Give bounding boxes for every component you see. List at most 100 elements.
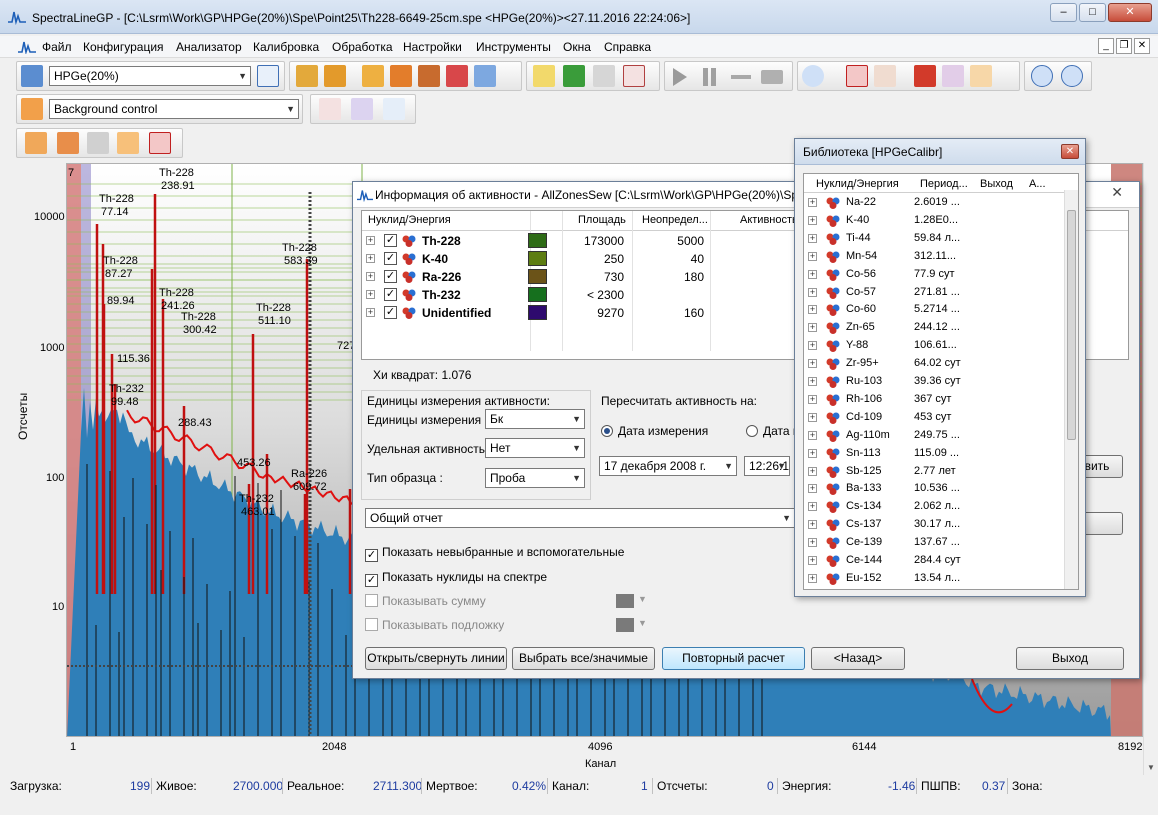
nuclide-color-swatch[interactable] bbox=[528, 287, 547, 302]
units-select[interactable]: Бк bbox=[485, 409, 585, 429]
library-row[interactable]: + Ce-139 137.67 ... bbox=[804, 534, 1066, 552]
expand-icon[interactable]: + bbox=[366, 272, 375, 281]
lib-expand-icon[interactable]: + bbox=[808, 287, 817, 297]
export-icon[interactable] bbox=[418, 65, 440, 87]
save-icon[interactable] bbox=[390, 65, 412, 87]
library-row[interactable]: + Y-88 106.61... bbox=[804, 337, 1066, 355]
exit-button[interactable]: Выход bbox=[1016, 647, 1124, 670]
detector-select[interactable]: HPGe(20%) bbox=[49, 66, 251, 86]
lib-expand-icon[interactable]: + bbox=[808, 556, 817, 565]
library-scroll-thumb[interactable] bbox=[1067, 210, 1076, 440]
lib-expand-icon[interactable]: + bbox=[808, 377, 817, 386]
library-row[interactable]: + Ti-44 59.84 л... bbox=[804, 230, 1066, 248]
region-open-icon[interactable] bbox=[25, 132, 47, 154]
lib-col-a[interactable]: А... bbox=[1029, 178, 1046, 190]
library-row[interactable]: + Rh-106 367 сут bbox=[804, 391, 1066, 409]
open-folder-icon[interactable] bbox=[362, 65, 384, 87]
lib-expand-icon[interactable]: + bbox=[808, 233, 817, 243]
peak-shape-icon[interactable] bbox=[874, 65, 896, 87]
expand-icon[interactable]: + bbox=[366, 290, 375, 299]
lib-col-nuclide[interactable]: Нуклид/Энергия bbox=[816, 178, 899, 190]
lib-col-period[interactable]: Период... bbox=[920, 178, 968, 190]
nuclide-color-swatch[interactable] bbox=[528, 305, 547, 320]
region-add-icon[interactable] bbox=[57, 132, 79, 154]
pause-icon[interactable] bbox=[703, 68, 708, 86]
library-row[interactable]: + Ba-133 10.536 ... bbox=[804, 480, 1066, 498]
close-button[interactable]: ✕ bbox=[1108, 3, 1152, 22]
info-e-icon[interactable] bbox=[1031, 65, 1053, 87]
info-e2-icon[interactable] bbox=[1061, 65, 1083, 87]
time-field[interactable]: 12:26:10 bbox=[744, 456, 790, 476]
peak-info-icon[interactable] bbox=[319, 98, 341, 120]
col-nuclide[interactable]: Нуклид/Энергия bbox=[368, 214, 451, 226]
lib-expand-icon[interactable]: + bbox=[808, 448, 817, 458]
library-row[interactable]: + Sb-125 2.77 лет bbox=[804, 463, 1066, 481]
menu-calibration[interactable]: Калибровка bbox=[253, 40, 319, 54]
library-row[interactable]: + Na-22 2.6019 ... bbox=[804, 194, 1066, 212]
gamma-icon[interactable] bbox=[970, 65, 992, 87]
select-all-button[interactable]: Выбрать все/значимые bbox=[512, 647, 655, 670]
lib-col-yield[interactable]: Выход bbox=[980, 178, 1013, 190]
start-icon[interactable] bbox=[673, 68, 687, 86]
radio-measure[interactable] bbox=[601, 425, 613, 437]
library-scrollbar[interactable] bbox=[1064, 190, 1078, 589]
lib-expand-icon[interactable]: + bbox=[808, 269, 817, 279]
menu-file[interactable]: Файл bbox=[42, 40, 72, 54]
library-row[interactable]: + Cs-134 2.062 л... bbox=[804, 498, 1066, 516]
report-icon[interactable] bbox=[474, 65, 496, 87]
cb-unselected[interactable]: ✓ bbox=[365, 549, 378, 562]
cb-nuclides[interactable]: ✓ bbox=[365, 574, 378, 587]
toggle-lines-button[interactable]: Открыть/свернуть линии bbox=[365, 647, 507, 670]
menu-settings[interactable]: Настройки bbox=[403, 40, 462, 54]
region-delete-icon[interactable] bbox=[149, 132, 171, 154]
col-uncert[interactable]: Неопредел... bbox=[642, 214, 708, 226]
plot-vertical-scrollbar[interactable]: ▼ bbox=[1143, 163, 1158, 775]
library-row[interactable]: + Cs-137 30.17 л... bbox=[804, 516, 1066, 534]
back-button[interactable]: <Назад> bbox=[811, 647, 905, 670]
nuclide-color-swatch[interactable] bbox=[528, 251, 547, 266]
nuclide-icon[interactable] bbox=[446, 65, 468, 87]
library-row[interactable]: + Eu-152 13.54 л... bbox=[804, 570, 1066, 588]
menu-configuration[interactable]: Конфигурация bbox=[83, 40, 164, 54]
radio-measure-label[interactable]: Дата измерения bbox=[618, 424, 708, 438]
save-spectrum-icon[interactable] bbox=[324, 65, 346, 87]
expand-icon[interactable]: + bbox=[366, 236, 375, 245]
expand-icon[interactable]: + bbox=[366, 254, 375, 263]
nuclide-color-swatch[interactable] bbox=[528, 269, 547, 284]
menu-analyzer[interactable]: Анализатор bbox=[176, 40, 242, 54]
library-row[interactable]: + Cd-109 453 сут bbox=[804, 409, 1066, 427]
lib-expand-icon[interactable]: + bbox=[808, 466, 817, 476]
menu-windows[interactable]: Окна bbox=[563, 40, 591, 54]
lib-expand-icon[interactable]: + bbox=[808, 215, 817, 225]
menu-tools[interactable]: Инструменты bbox=[476, 40, 551, 54]
library-row[interactable]: + Co-56 77.9 сут bbox=[804, 266, 1066, 284]
minimize-button[interactable]: – bbox=[1050, 3, 1077, 22]
nuclide-checkbox[interactable]: ✓ bbox=[384, 252, 397, 265]
lib-expand-icon[interactable]: + bbox=[808, 520, 817, 530]
library-row[interactable]: + Mn-54 312.11... bbox=[804, 248, 1066, 266]
specific-select[interactable]: Нет bbox=[485, 438, 585, 458]
library-row[interactable]: + Ag-110m 249.75 ... bbox=[804, 427, 1066, 445]
lib-expand-icon[interactable]: + bbox=[808, 198, 817, 207]
library-row[interactable]: + Zr-95+ 64.02 сут bbox=[804, 355, 1066, 373]
library-row[interactable]: + Co-60 5.2714 ... bbox=[804, 301, 1066, 319]
mdi-restore-button[interactable]: ❐ bbox=[1116, 38, 1132, 54]
stop-icon[interactable] bbox=[731, 75, 751, 79]
lib-expand-icon[interactable]: + bbox=[808, 341, 817, 351]
radio-other[interactable] bbox=[746, 425, 758, 437]
spectrum-info-icon[interactable] bbox=[351, 98, 373, 120]
mdi-close-button[interactable]: ✕ bbox=[1134, 38, 1150, 54]
lib-expand-icon[interactable]: + bbox=[808, 484, 817, 494]
region-move-icon[interactable] bbox=[117, 132, 139, 154]
lib-expand-icon[interactable]: + bbox=[808, 502, 817, 512]
date-picker[interactable]: 17 декабря 2008 г. bbox=[599, 456, 737, 476]
col-area[interactable]: Площадь bbox=[578, 214, 626, 226]
lib-expand-icon[interactable]: + bbox=[808, 573, 817, 583]
report-select[interactable]: Общий отчет bbox=[365, 508, 795, 528]
lib-expand-icon[interactable]: + bbox=[808, 323, 817, 333]
sample-select[interactable]: Проба bbox=[485, 468, 585, 488]
menu-processing[interactable]: Обработка bbox=[332, 40, 393, 54]
lib-expand-icon[interactable]: + bbox=[808, 359, 817, 369]
menu-help[interactable]: Справка bbox=[604, 40, 651, 54]
efficiency-icon[interactable] bbox=[623, 65, 645, 87]
